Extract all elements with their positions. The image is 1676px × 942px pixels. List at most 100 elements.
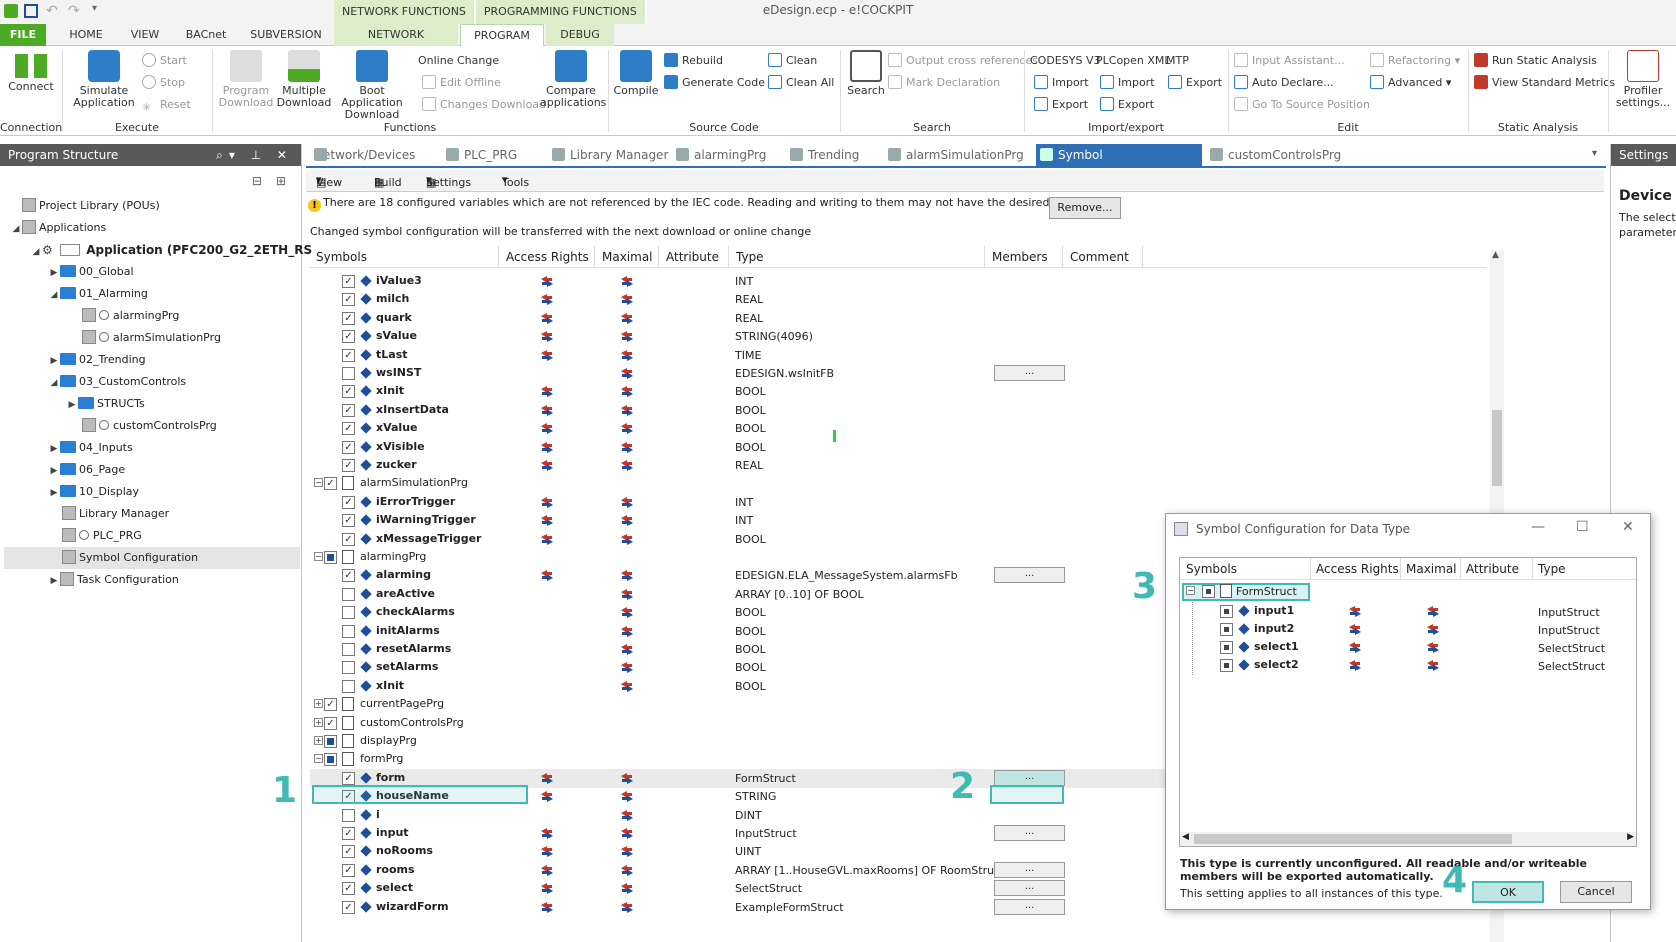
group-checkbox[interactable]: ✓ bbox=[324, 477, 337, 491]
members-button[interactable]: ... bbox=[994, 825, 1065, 841]
edit-offline-button[interactable]: Edit Offline bbox=[422, 74, 501, 92]
tree-item-02-trending[interactable]: ▶ 02_Trending bbox=[48, 349, 146, 371]
col-comment[interactable]: Comment bbox=[1070, 250, 1129, 264]
dlg-col-symbols[interactable]: Symbols bbox=[1186, 562, 1237, 576]
online-change-button[interactable]: Online Change bbox=[418, 52, 499, 70]
tab-network[interactable]: NETWORK bbox=[334, 24, 458, 46]
plcopen-import-button[interactable]: Import bbox=[1100, 74, 1155, 92]
symbol-checkbox[interactable]: ✓ bbox=[342, 275, 355, 288]
run-static-analysis-button[interactable]: Run Static Analysis bbox=[1474, 52, 1597, 70]
reset-button[interactable]: ✳ Reset bbox=[142, 96, 191, 114]
group-checkbox[interactable]: ✓ bbox=[324, 716, 337, 730]
dialog-member-row[interactable]: input1 InputStruct bbox=[1180, 602, 1636, 621]
group-checkbox[interactable] bbox=[324, 753, 337, 767]
symbol-checkbox[interactable]: ✓ bbox=[342, 330, 355, 344]
tree-item-plc-prg[interactable]: PLC_PRG bbox=[62, 525, 142, 547]
scroll-left-icon[interactable]: ◀ bbox=[1182, 832, 1189, 842]
editor-tab-alarmingprg[interactable]: alarmingPrg bbox=[672, 144, 788, 166]
access-rights-icon[interactable] bbox=[540, 441, 554, 454]
tree-item-03-customcontrols[interactable]: ◢ 03_CustomControls bbox=[48, 371, 186, 393]
editor-tab-trending[interactable]: Trending bbox=[786, 144, 882, 166]
symbol-checkbox[interactable]: ✓ bbox=[342, 459, 355, 472]
access-rights-icon[interactable] bbox=[1348, 623, 1362, 636]
symbol-checkbox[interactable]: ✓ bbox=[342, 440, 355, 454]
table-row[interactable]: ✓ xVisible BOOL bbox=[310, 438, 1486, 457]
members-button[interactable]: ... bbox=[994, 567, 1065, 584]
rebuild-button[interactable]: Rebuild bbox=[664, 52, 723, 70]
symbol-checkbox[interactable]: ✓ bbox=[342, 514, 355, 528]
dialog-member-row[interactable]: select1 SelectStruct bbox=[1180, 638, 1636, 657]
symbol-checkbox[interactable] bbox=[342, 587, 355, 601]
symbol-checkbox[interactable]: ✓ bbox=[342, 422, 355, 436]
symbol-checkbox[interactable]: ✓ bbox=[342, 569, 355, 583]
tab-subversion[interactable]: SUBVERSION bbox=[246, 24, 326, 46]
clean-all-button[interactable]: Clean All bbox=[768, 74, 834, 92]
symbol-checkbox[interactable]: ✓ bbox=[342, 385, 355, 399]
dlg-col-access-rights[interactable]: Access Rights bbox=[1316, 562, 1399, 576]
multiple-download-button[interactable]: Multiple Download bbox=[276, 50, 332, 109]
tab-file[interactable]: FILE bbox=[0, 24, 46, 46]
tree-item-task-configuration[interactable]: ▶ Task Configuration bbox=[48, 569, 179, 591]
symbol-checkbox[interactable]: ✓ bbox=[342, 311, 355, 325]
col-members[interactable]: Members bbox=[992, 250, 1048, 264]
dialog-member-row[interactable]: input2 InputStruct bbox=[1180, 620, 1636, 639]
collapse-icon[interactable]: − bbox=[314, 754, 323, 764]
col-type[interactable]: Type bbox=[736, 250, 764, 264]
clean-button[interactable]: Clean bbox=[768, 52, 817, 70]
go-to-source-position-button[interactable]: Go To Source Position bbox=[1234, 96, 1370, 114]
access-rights-icon[interactable] bbox=[540, 901, 554, 914]
tree-item-04-inputs[interactable]: ▶ 04_Inputs bbox=[48, 437, 133, 459]
scroll-right-icon[interactable]: ▶ bbox=[1627, 832, 1634, 842]
member-checkbox[interactable] bbox=[1220, 623, 1233, 636]
view-standard-metrics-button[interactable]: View Standard Metrics bbox=[1474, 74, 1615, 92]
stop-button[interactable]: Stop bbox=[142, 74, 185, 92]
access-rights-icon[interactable] bbox=[540, 882, 554, 895]
boot-application-download-button[interactable]: Boot Application Download bbox=[332, 50, 412, 121]
group-row[interactable]: − ✓ alarmSimulationPrg bbox=[310, 474, 1486, 493]
changes-download-button[interactable]: Changes Download bbox=[422, 96, 546, 114]
refactoring-button[interactable]: Refactoring ▾ bbox=[1370, 52, 1460, 70]
dialog-horizontal-scrollbar[interactable]: ◀ ▶ bbox=[1180, 832, 1636, 846]
table-row[interactable]: ✓ zucker REAL bbox=[310, 456, 1486, 475]
expand-icon[interactable]: + bbox=[314, 736, 323, 745]
table-row[interactable]: ✓ milch REAL bbox=[310, 290, 1486, 309]
access-rights-icon[interactable] bbox=[540, 533, 554, 546]
ok-button[interactable]: OK bbox=[1472, 881, 1544, 903]
input-assistant-button[interactable]: Input Assistant... bbox=[1234, 52, 1345, 70]
symbol-checkbox[interactable]: ✓ bbox=[342, 293, 355, 307]
remove-button[interactable]: Remove... bbox=[1049, 197, 1121, 219]
dlg-col-type[interactable]: Type bbox=[1538, 562, 1566, 576]
tree-item-06-page[interactable]: ▶ 06_Page bbox=[48, 459, 125, 481]
symbol-checkbox[interactable] bbox=[342, 808, 355, 822]
access-rights-icon[interactable] bbox=[540, 827, 554, 840]
tab-bacnet[interactable]: BACnet bbox=[176, 24, 236, 46]
cancel-button[interactable]: Cancel bbox=[1560, 881, 1632, 903]
dlg-col-maximal[interactable]: Maximal bbox=[1406, 562, 1457, 576]
col-maximal[interactable]: Maximal bbox=[602, 250, 653, 264]
table-row[interactable]: ✓ tLast TIME bbox=[310, 346, 1486, 365]
access-rights-icon[interactable] bbox=[540, 312, 554, 325]
tab-overflow-icon[interactable]: ▾ bbox=[1592, 148, 1597, 159]
access-rights-icon[interactable] bbox=[540, 459, 554, 472]
editor-tab-symbol-configuration[interactable]: Symbol Configuration✕ bbox=[1036, 144, 1202, 184]
output-cross-references-button[interactable]: Output cross references bbox=[888, 52, 1038, 70]
compile-button[interactable]: Compile bbox=[612, 50, 660, 97]
access-rights-icon[interactable] bbox=[540, 422, 554, 435]
tree-item-symbol-configuration[interactable]: Symbol Configuration bbox=[4, 547, 300, 569]
col-symbols[interactable]: Symbols bbox=[316, 250, 367, 264]
access-rights-icon[interactable] bbox=[540, 845, 554, 858]
group-checkbox[interactable] bbox=[324, 735, 337, 748]
member-checkbox[interactable] bbox=[1220, 659, 1233, 672]
col-attribute[interactable]: Attribute bbox=[666, 250, 719, 264]
maximize-icon[interactable]: ☐ bbox=[1576, 519, 1589, 535]
dlg-col-attribute[interactable]: Attribute bbox=[1466, 562, 1519, 576]
symbol-checkbox[interactable]: ✓ bbox=[342, 532, 355, 546]
member-checkbox[interactable] bbox=[1220, 605, 1233, 618]
plcopen-export-button[interactable]: Export bbox=[1100, 96, 1154, 114]
access-rights-icon[interactable] bbox=[540, 330, 554, 343]
table-row[interactable]: wsINST EDESIGN.wsInitFB... bbox=[310, 364, 1486, 383]
start-button[interactable]: Start bbox=[142, 52, 187, 70]
pane-header-icons[interactable]: ⌕▾ ⊥ ✕ bbox=[216, 144, 293, 166]
access-rights-icon[interactable] bbox=[540, 349, 554, 362]
table-row[interactable]: ✓ iValue3 INT bbox=[310, 272, 1486, 291]
